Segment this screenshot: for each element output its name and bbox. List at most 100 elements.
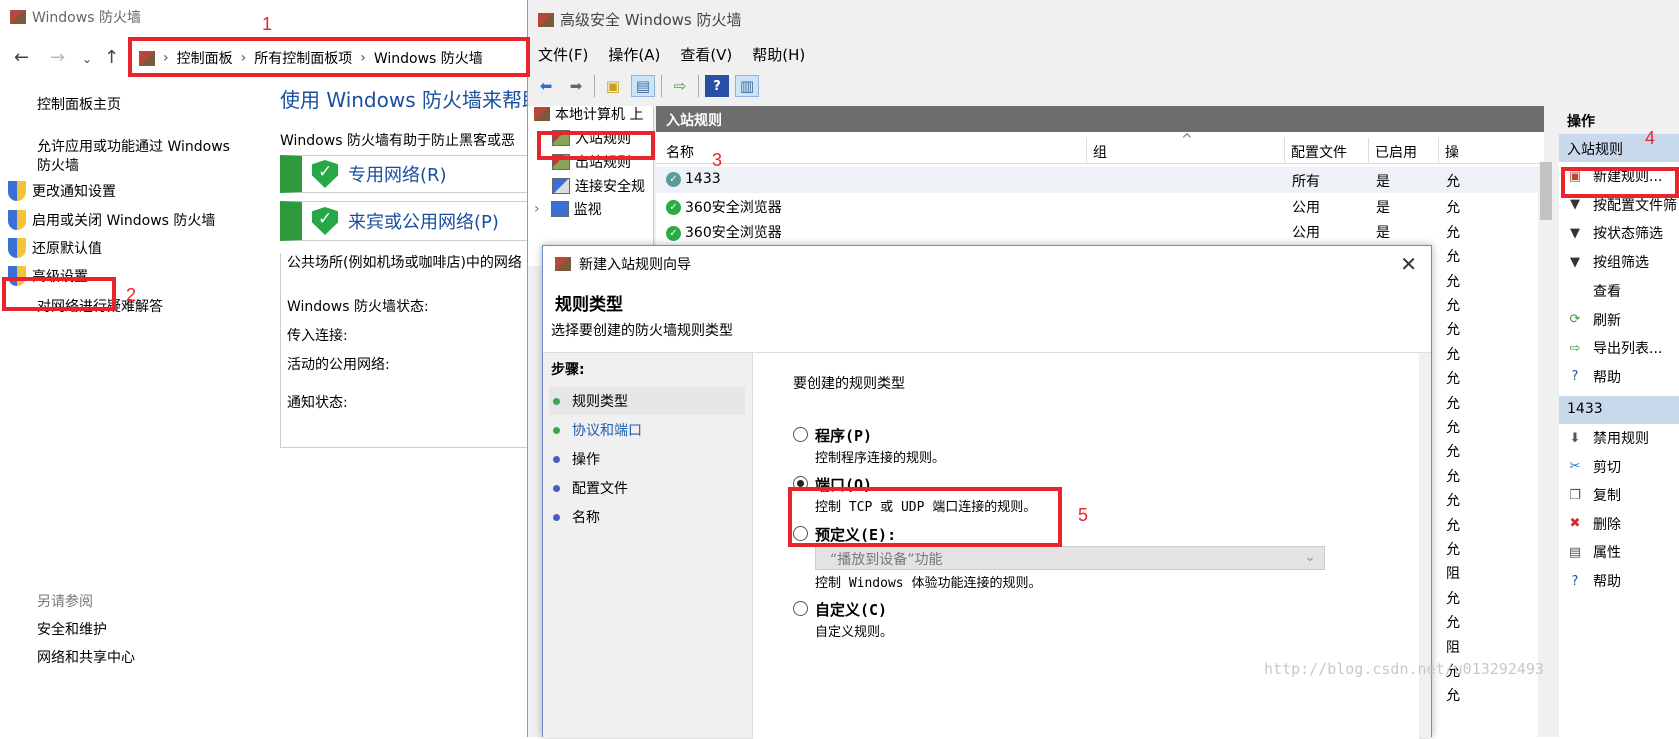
menu-file[interactable]: 文件(F) xyxy=(538,44,588,65)
public-network-desc: 公共场所(例如机场或咖啡店)中的网络 xyxy=(287,255,522,271)
public-network-section[interactable]: 来宾或公用网络(P) xyxy=(280,201,530,241)
adv-window-title: 高级安全 Windows 防火墙 xyxy=(538,9,742,30)
rule-action: 允 xyxy=(1446,371,1460,388)
rule-action: 允 xyxy=(1446,420,1460,436)
predefined-select[interactable]: “播放到设备”功能 ⌄ xyxy=(815,546,1325,570)
step-action[interactable]: 操作 xyxy=(549,445,745,473)
menu-view[interactable]: 查看(V) xyxy=(680,44,732,65)
help-icon[interactable]: ? xyxy=(705,75,729,97)
action-item[interactable]: ▼ 按组筛选 xyxy=(1567,252,1649,272)
radio-program[interactable] xyxy=(793,427,808,442)
expand-chevron-icon[interactable]: › xyxy=(534,201,540,217)
action-item[interactable]: ⟳ 刷新 xyxy=(1567,310,1621,330)
action-item[interactable]: ⬇ 禁用规则 xyxy=(1567,428,1649,448)
actions-section-selected-rule[interactable]: 1433 xyxy=(1559,396,1679,424)
disable-rule-icon: ⬇ xyxy=(1569,430,1581,446)
scrollbar-thumb[interactable] xyxy=(1540,162,1552,220)
action-pane-icon[interactable]: ▥ xyxy=(735,75,759,97)
page-title: 使用 Windows 防火墙来帮助 xyxy=(280,88,542,112)
see-also-label: 另请参阅 xyxy=(37,594,93,610)
export-icon[interactable]: ⇨ xyxy=(668,75,692,97)
column-header-name[interactable]: 名称 xyxy=(666,142,694,162)
uac-shield-icon xyxy=(8,238,26,258)
table-row[interactable]: ✓ 360安全浏览器 公用 是 允 xyxy=(656,218,1544,244)
actions-section-inbound[interactable]: 入站规则 xyxy=(1559,134,1679,162)
close-icon[interactable]: ✕ xyxy=(1400,252,1417,276)
show-tree-icon[interactable]: ▤ xyxy=(631,75,655,97)
properties-icon: ▤ xyxy=(1568,544,1582,560)
rule-action: 允 xyxy=(1446,615,1460,632)
rule-action: 允 xyxy=(1446,225,1460,242)
tree-local-computer[interactable]: 本地计算机 上 xyxy=(534,104,643,124)
recent-dropdown-icon[interactable]: ⌄ xyxy=(82,52,92,66)
column-header-group[interactable]: 组 xyxy=(1093,142,1107,162)
action-item[interactable]: ? 帮助 xyxy=(1567,571,1621,591)
step-profile[interactable]: 配置文件 xyxy=(549,474,745,502)
restore-defaults-link[interactable]: 还原默认值 xyxy=(8,238,102,258)
step-rule-type[interactable]: 规则类型 xyxy=(549,387,745,415)
computer-icon xyxy=(534,107,550,121)
wizard-subheading: 选择要创建的防火墙规则类型 xyxy=(551,323,733,339)
rule-enabled: 是 xyxy=(1376,174,1390,190)
action-item[interactable]: 查看 xyxy=(1567,281,1621,301)
help-icon: ? xyxy=(1571,369,1579,385)
private-network-section[interactable]: 专用网络(R) xyxy=(280,155,530,193)
toggle-firewall-link[interactable]: 启用或关闭 Windows 防火墙 xyxy=(8,210,215,230)
green-shield-icon xyxy=(312,160,338,188)
rule-action: 允 xyxy=(1446,444,1460,461)
cp-home-link[interactable]: 控制面板主页 xyxy=(37,94,121,114)
step-pending-dot-icon xyxy=(553,484,560,492)
security-maintenance-link[interactable]: 安全和维护 xyxy=(37,619,107,639)
action-item[interactable]: ▤ 属性 xyxy=(1567,542,1621,562)
rule-action: 允 xyxy=(1446,322,1460,339)
rule-enabled: 是 xyxy=(1376,225,1390,242)
action-item[interactable]: ⇨ 导出列表... xyxy=(1567,338,1663,358)
column-header-enabled[interactable]: 已启用 xyxy=(1375,142,1417,162)
up-folder-icon[interactable]: ▣ xyxy=(601,75,625,97)
rule-action: 允 xyxy=(1446,493,1460,510)
rule-action: 允 xyxy=(1446,517,1460,534)
refresh-icon: ⟳ xyxy=(1569,312,1581,327)
list-header: 名称 组 ^ 配置文件 已启用 操 xyxy=(656,132,1544,164)
cut-icon: ✂ xyxy=(1569,459,1581,475)
up-arrow-icon[interactable]: ↑ xyxy=(104,47,119,68)
green-shield-icon xyxy=(312,207,338,235)
rule-action: 允 xyxy=(1446,542,1460,558)
allow-app-link-cont[interactable]: 防火墙 xyxy=(37,155,79,175)
step-name[interactable]: 名称 xyxy=(549,503,745,531)
forward-arrow-icon[interactable]: → xyxy=(50,47,65,68)
navigation-tree: 本地计算机 上 入站规则 出站规则 连接安全规 › 监视 xyxy=(528,106,654,266)
action-item[interactable]: ✂ 剪切 xyxy=(1567,457,1621,477)
action-item[interactable]: ? 帮助 xyxy=(1567,367,1621,387)
tree-monitoring[interactable]: › 监视 xyxy=(534,199,602,219)
action-item[interactable]: ▼ 按状态筛选 xyxy=(1567,223,1663,243)
menu-action[interactable]: 操作(A) xyxy=(608,44,660,65)
help-icon: ? xyxy=(1571,573,1579,589)
table-row[interactable]: ✓ 360安全浏览器 公用 是 允 xyxy=(656,193,1544,219)
rule-action: 允 xyxy=(1446,273,1460,290)
menu-help[interactable]: 帮助(H) xyxy=(752,44,805,65)
enabled-check-icon: ✓ xyxy=(666,200,681,216)
column-header-profile[interactable]: 配置文件 xyxy=(1291,142,1347,162)
rule-profile: 公用 xyxy=(1292,225,1320,242)
network-sharing-link[interactable]: 网络和共享中心 xyxy=(37,647,135,667)
rule-action: 允 xyxy=(1446,199,1460,216)
firewall-app-icon xyxy=(10,10,26,24)
table-row[interactable]: ✓ 1433 所有 是 允 xyxy=(656,167,1544,193)
change-notification-link[interactable]: 更改通知设置 xyxy=(8,181,116,201)
column-header-action[interactable]: 操 xyxy=(1445,142,1459,162)
action-item[interactable]: ✖ 删除 xyxy=(1567,514,1621,534)
allow-app-link[interactable]: 允许应用或功能通过 Windows xyxy=(37,136,230,156)
radio-custom[interactable] xyxy=(793,601,808,616)
tree-connection-security[interactable]: 连接安全规 xyxy=(552,176,645,196)
list-scrollbar[interactable] xyxy=(1538,162,1554,737)
back-arrow-icon[interactable]: ← xyxy=(14,47,29,68)
step-protocol-ports[interactable]: 协议和端口 xyxy=(549,416,745,444)
action-item[interactable]: ❐ 复制 xyxy=(1567,485,1621,505)
forward-icon[interactable]: ➡ xyxy=(564,75,588,97)
back-icon[interactable]: ⬅ xyxy=(534,75,558,97)
uac-shield-icon xyxy=(8,210,26,230)
annotation-box-2 xyxy=(2,277,116,311)
steps-label: 步骤: xyxy=(551,362,585,378)
copy-icon: ❐ xyxy=(1569,487,1581,503)
